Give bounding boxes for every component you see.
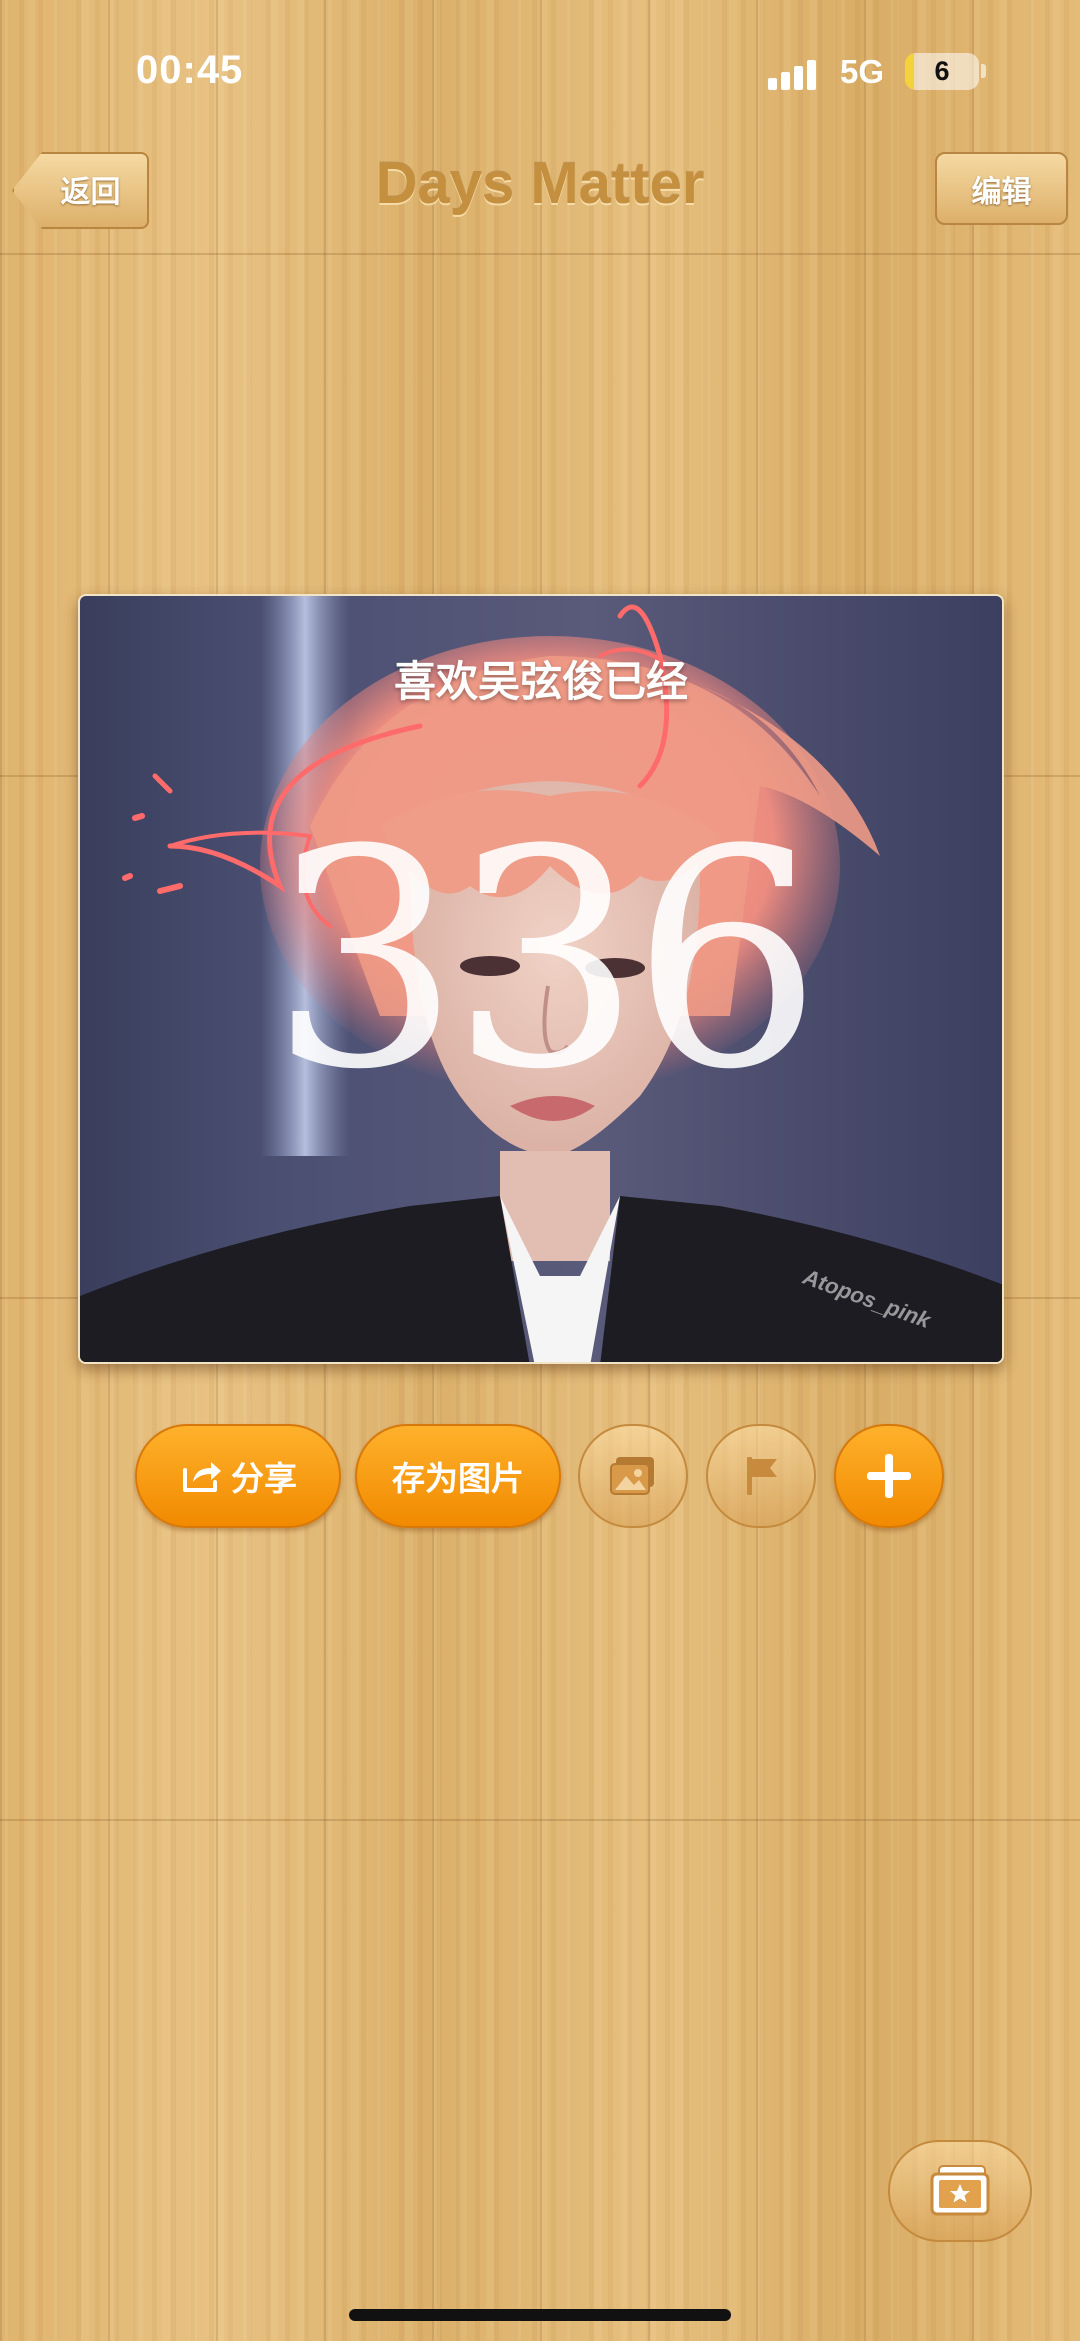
flag-button[interactable] (706, 1424, 816, 1528)
share-label: 分享 (231, 1460, 297, 1497)
album-button[interactable] (888, 2140, 1032, 2242)
share-button[interactable]: 分享 (135, 1424, 341, 1528)
add-button[interactable] (834, 1424, 944, 1528)
home-indicator[interactable] (349, 2309, 731, 2321)
album-icon (927, 2164, 993, 2218)
days-count: 336 (269, 786, 823, 1135)
page-title: Days Matter (375, 151, 705, 216)
network-type: 5G (840, 53, 885, 90)
change-photo-button[interactable] (578, 1424, 688, 1528)
save-image-label: 存为图片 (392, 1460, 524, 1497)
flag-icon (739, 1453, 783, 1499)
event-caption: 喜欢吴弦俊已经 (393, 658, 688, 705)
battery-level: 6 (934, 56, 950, 86)
plus-icon (863, 1450, 915, 1502)
save-image-button[interactable]: 存为图片 (355, 1424, 561, 1528)
edit-button[interactable]: 编辑 (935, 152, 1068, 225)
battery-icon: 6 (905, 53, 979, 90)
share-icon (179, 1456, 223, 1496)
status-time: 00:45 (136, 48, 244, 92)
event-card[interactable]: 喜欢吴弦俊已经 336 Atopos_pink (78, 594, 1004, 1364)
signal-icon (768, 60, 820, 90)
status-bar: 00:45 5G 6 (0, 0, 1080, 150)
photo-icon (608, 1454, 658, 1498)
battery-cap (981, 64, 986, 78)
